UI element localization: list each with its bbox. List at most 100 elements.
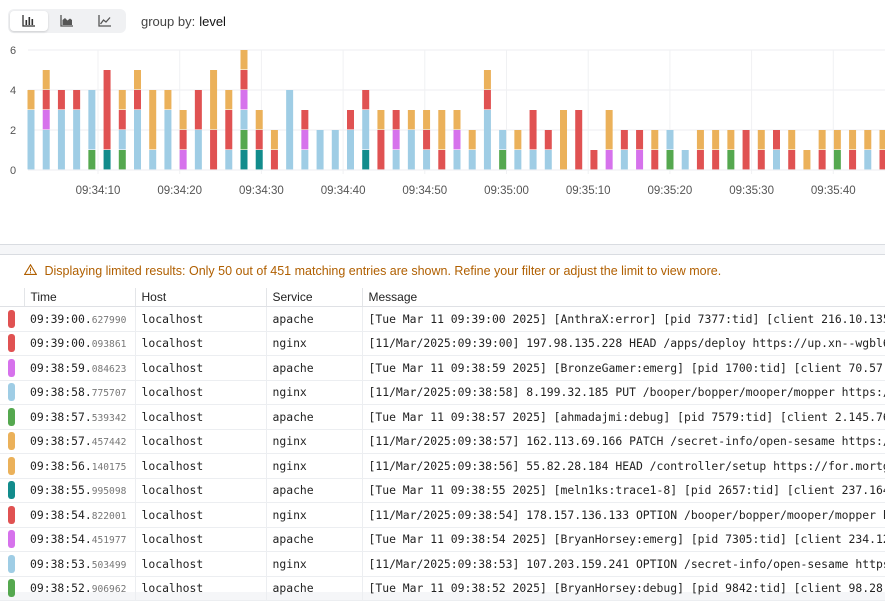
- table-row[interactable]: 09:38:57.457442localhostnginx[11/Mar/202…: [0, 429, 885, 454]
- time-cell: 09:38:54.822001: [24, 503, 135, 528]
- bar-segment-debug: [727, 150, 734, 169]
- stacked-bar: [317, 130, 324, 169]
- bar-segment-info: [530, 150, 537, 169]
- x-tick-label: 09:35:40: [811, 185, 856, 197]
- bar-segment-warn: [484, 70, 491, 89]
- bar-segment-warn: [438, 110, 445, 149]
- host-cell: localhost: [135, 405, 266, 430]
- stacked-bar: [377, 110, 384, 169]
- stacked-bar: [743, 130, 750, 169]
- bar-segment-error: [377, 130, 384, 169]
- bar-segment-error: [819, 150, 826, 169]
- table-row[interactable]: 09:38:57.539342localhostapache[Tue Mar 1…: [0, 405, 885, 430]
- stacked-bar: [347, 110, 354, 169]
- service-column-header[interactable]: Service: [266, 288, 362, 307]
- bar-segment-warn: [758, 130, 765, 149]
- bar-segment-warn: [849, 130, 856, 149]
- bar-segment-warn: [803, 150, 810, 169]
- table-row[interactable]: 09:39:00.627990localhostapache[Tue Mar 1…: [0, 307, 885, 332]
- bar-segment-debug: [241, 130, 248, 149]
- host-cell: localhost: [135, 331, 266, 356]
- warning-text: Displaying limited results: Only 50 out …: [44, 264, 721, 278]
- line-chart-button[interactable]: [86, 11, 124, 31]
- service-cell: apache: [266, 356, 362, 381]
- y-tick-label: 6: [10, 45, 16, 57]
- level-color-bar: [8, 481, 15, 499]
- histogram-panel: group by:level 024609:34:1009:34:2009:34…: [0, 0, 885, 245]
- log-histogram-chart[interactable]: 024609:34:1009:34:2009:34:3009:34:4009:3…: [0, 40, 885, 200]
- x-tick-label: 09:34:10: [76, 185, 121, 197]
- time-value: 09:38:54.: [30, 508, 92, 522]
- stacked-bar: [575, 110, 582, 169]
- message-cell: [Tue Mar 11 09:39:00 2025] [AnthraX:erro…: [362, 307, 885, 332]
- table-row[interactable]: 09:38:58.775707localhostnginx[11/Mar/202…: [0, 380, 885, 405]
- time-fraction: 906962: [92, 584, 127, 595]
- stacked-bar: [849, 130, 856, 169]
- table-row[interactable]: 09:38:55.995098localhostapache[Tue Mar 1…: [0, 478, 885, 503]
- x-tick-label: 09:34:20: [157, 185, 202, 197]
- bar-segment-error: [393, 110, 400, 129]
- stacked-bar: [758, 130, 765, 169]
- bar-segment-info: [58, 110, 65, 169]
- bar-segment-info: [667, 130, 674, 149]
- service-cell: apache: [266, 478, 362, 503]
- stacked-bar: [164, 90, 171, 169]
- table-row[interactable]: 09:38:56.140175localhostnginx[11/Mar/202…: [0, 454, 885, 479]
- time-cell: 09:38:53.503499: [24, 552, 135, 577]
- bar-segment-error: [134, 90, 141, 109]
- time-fraction: 084623: [92, 364, 127, 375]
- bar-segment-error: [773, 130, 780, 149]
- bar-segment-warn: [727, 130, 734, 149]
- message-cell: [Tue Mar 11 09:38:52 2025] [BryanHorsey:…: [362, 576, 885, 601]
- time-fraction: 822001: [92, 511, 127, 522]
- time-column-header[interactable]: Time: [24, 288, 135, 307]
- bar-segment-warn: [408, 110, 415, 129]
- stacked-bar: [73, 90, 80, 169]
- level-color-bar: [8, 359, 15, 377]
- message-cell: [11/Mar/2025:09:38:56] 55.82.28.184 HEAD…: [362, 454, 885, 479]
- table-row[interactable]: 09:39:00.093861localhostnginx[11/Mar/202…: [0, 331, 885, 356]
- bar-segment-emerg: [636, 150, 643, 169]
- message-column-header[interactable]: Message: [362, 288, 885, 307]
- bar-segment-error: [484, 90, 491, 109]
- stacked-bar: [545, 130, 552, 169]
- level-indicator: [0, 429, 24, 454]
- time-value: 09:38:56.: [30, 459, 92, 473]
- bar-segment-warn: [834, 130, 841, 149]
- chart-type-toolbar: [8, 9, 126, 37]
- message-cell: [Tue Mar 11 09:38:54 2025] [BryanHorsey:…: [362, 527, 885, 552]
- time-fraction: 140175: [92, 462, 127, 473]
- bar-segment-warn: [119, 90, 126, 109]
- bar-segment-info: [301, 150, 308, 169]
- table-row[interactable]: 09:38:53.503499localhostnginx[11/Mar/202…: [0, 552, 885, 577]
- line-chart-icon: [98, 15, 112, 27]
- host-column-header[interactable]: Host: [135, 288, 266, 307]
- bar-segment-warn: [225, 90, 232, 109]
- host-cell: localhost: [135, 307, 266, 332]
- group-by-selector[interactable]: group by:level: [141, 14, 226, 29]
- table-row[interactable]: 09:38:54.451977localhostapache[Tue Mar 1…: [0, 527, 885, 552]
- stacked-bar: [834, 130, 841, 169]
- message-cell: [11/Mar/2025:09:39:00] 197.98.135.228 HE…: [362, 331, 885, 356]
- bar-segment-warn: [149, 90, 156, 149]
- bar-segment-warn: [864, 130, 871, 149]
- time-cell: 09:38:55.995098: [24, 478, 135, 503]
- stacked-bar: [256, 110, 263, 169]
- host-cell: localhost: [135, 380, 266, 405]
- table-row[interactable]: 09:38:52.906962localhostapache[Tue Mar 1…: [0, 576, 885, 601]
- service-cell: nginx: [266, 429, 362, 454]
- table-row[interactable]: 09:38:59.084623localhostapache[Tue Mar 1…: [0, 356, 885, 381]
- bar-chart-button[interactable]: [10, 11, 48, 31]
- stacked-bar: [864, 130, 871, 169]
- area-chart-button[interactable]: [48, 11, 86, 31]
- bar-segment-trace: [104, 150, 111, 169]
- table-row[interactable]: 09:38:54.822001localhostnginx[11/Mar/202…: [0, 503, 885, 528]
- time-cell: 09:38:59.084623: [24, 356, 135, 381]
- bar-segment-error: [271, 150, 278, 169]
- table-header-row: Time Host Service Message: [0, 288, 885, 307]
- host-cell: localhost: [135, 478, 266, 503]
- bar-segment-info: [484, 110, 491, 169]
- host-cell: localhost: [135, 429, 266, 454]
- level-column-header: [0, 288, 24, 307]
- stacked-bar: [773, 130, 780, 169]
